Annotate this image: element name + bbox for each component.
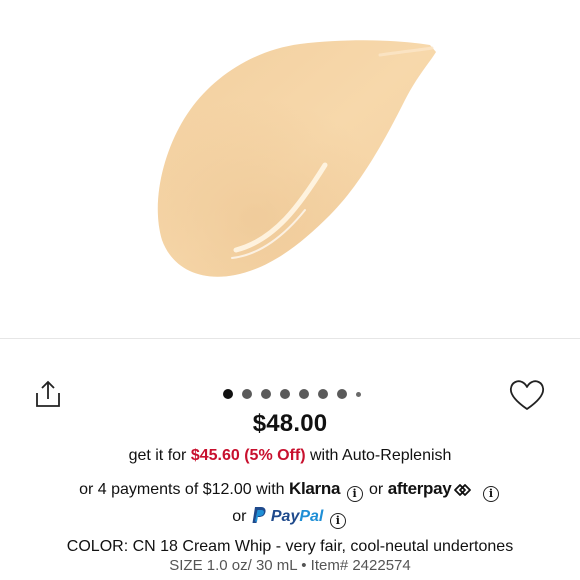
paypal-logo-text: PayPal — [271, 508, 323, 525]
paypal-line: or PayPal i — [0, 506, 580, 529]
carousel-dot[interactable] — [298, 389, 309, 399]
carousel-more-dot[interactable] — [355, 391, 361, 397]
product-price: $48.00 — [252, 410, 328, 437]
auto-replenish-prefix: get it for — [128, 447, 187, 464]
carousel-dot[interactable] — [260, 389, 271, 399]
installments-line: or 4 payments of $12.00 with Klarna i or… — [0, 479, 580, 502]
carousel-dot[interactable] — [241, 389, 252, 399]
auto-replenish-suffix: with Auto-Replenish — [310, 447, 452, 464]
afterpay-logo: afterpay — [388, 479, 473, 498]
carousel-dot[interactable] — [279, 389, 290, 399]
product-image[interactable] — [0, 0, 580, 338]
paypal-info-icon[interactable]: i — [329, 512, 346, 529]
afterpay-arrows-icon — [454, 484, 472, 496]
paypal-icon — [252, 507, 266, 523]
afterpay-label: afterpay — [387, 479, 452, 498]
carousel-dot[interactable] — [317, 389, 328, 399]
klarna-info-icon[interactable]: i — [346, 485, 363, 502]
product-color: COLOR: CN 18 Cream Whip - very fair, coo… — [66, 538, 514, 555]
afterpay-info-icon[interactable]: i — [482, 485, 499, 502]
auto-replenish-sale-price: $45.60 (5% Off) — [190, 447, 306, 464]
paypal-pay-text: Pay — [270, 508, 300, 525]
product-size-item: SIZE 1.0 oz/ 30 mL • Item# 2422574 — [169, 557, 411, 574]
paypal-pal-text: Pal — [299, 508, 324, 525]
installments-or: or — [369, 481, 384, 498]
carousel-dot[interactable] — [336, 389, 347, 399]
installments-prefix: or 4 payments of $12.00 with — [79, 481, 285, 498]
carousel-dot[interactable] — [222, 389, 233, 399]
paypal-prefix: or — [232, 508, 247, 525]
klarna-logo: Klarna — [289, 479, 341, 498]
carousel-indicator[interactable] — [0, 386, 580, 402]
auto-replenish-line: get it for $45.60 (5% Off) with Auto-Rep… — [0, 447, 580, 465]
favorite-button[interactable] — [506, 375, 548, 415]
foundation-swatch-image — [157, 40, 436, 277]
image-divider — [0, 338, 580, 339]
heart-icon — [509, 380, 545, 410]
